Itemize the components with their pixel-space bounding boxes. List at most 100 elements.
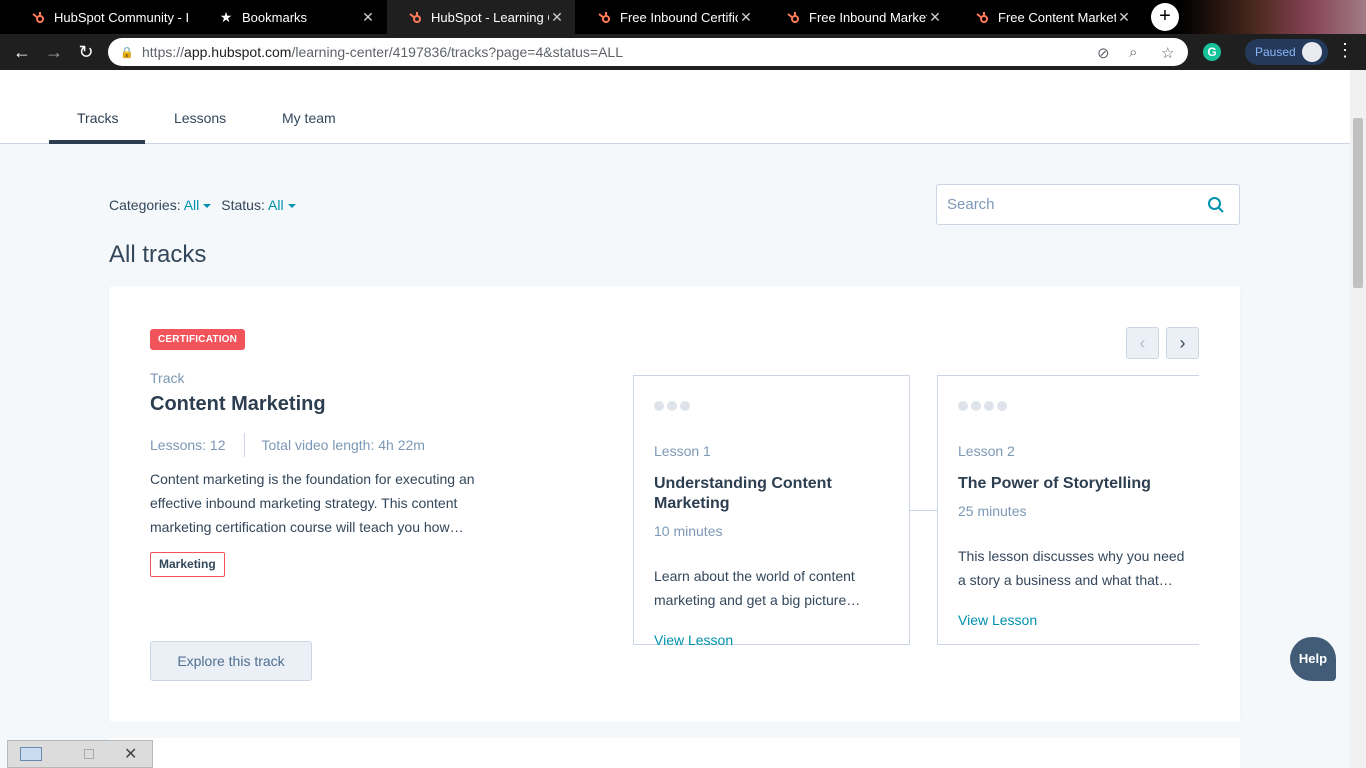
close-icon[interactable]: ✕ (927, 9, 943, 26)
hubspot-icon (30, 9, 46, 25)
browser-tab-inbound-certification[interactable]: Free Inbound Certificati ✕ (576, 0, 764, 34)
categories-filter[interactable]: Categories: All (109, 197, 212, 213)
browser-tab-title: Free Inbound Marketinc (809, 9, 927, 25)
lesson-connector (910, 510, 937, 511)
close-icon[interactable]: ✕ (360, 9, 376, 26)
lesson-title: The Power of Storytelling (958, 475, 1151, 492)
browser-tab-bookmarks[interactable]: ★ Bookmarks ✕ (198, 0, 386, 34)
track-title: Content Marketing (150, 393, 326, 415)
maximize-icon[interactable] (84, 749, 94, 759)
lesson-description: Learn about the world of content marketi… (654, 568, 861, 608)
video-length: Total video length: 4h 22m (261, 437, 425, 453)
search-box (936, 184, 1240, 225)
browser-tab-title: HubSpot Community - I (54, 9, 188, 25)
url-prefix: https:// (142, 44, 185, 60)
browser-tab-title: Free Content Marketing (998, 9, 1116, 25)
view-lesson-link[interactable]: View Lesson (654, 632, 733, 645)
tab-lessons[interactable]: Lessons (174, 110, 226, 126)
hubspot-icon (407, 9, 423, 25)
scrollbar-thumb[interactable] (1353, 118, 1363, 288)
status-label: Status: (221, 197, 265, 213)
page-content: Tracks Lessons My team Categories: All S… (0, 70, 1350, 768)
browser-tab-strip: HubSpot Community - I ★ Bookmarks ✕ HubS… (0, 0, 1366, 34)
chevron-left-icon: ‹ (1139, 333, 1146, 353)
next-track-card (109, 738, 1240, 768)
paused-label: Paused (1255, 45, 1296, 59)
grammarly-extension-icon[interactable]: G (1203, 43, 1221, 61)
lesson-carousel: Lesson 1 Understanding Content Marketing… (633, 375, 1199, 645)
browser-menu-icon[interactable]: ⋮ (1336, 40, 1354, 61)
url-host: app.hubspot.com (184, 44, 292, 60)
close-icon[interactable]: ✕ (738, 9, 754, 26)
remote-desktop-widget: ✕ (7, 740, 153, 768)
track-card: CERTIFICATION Track Content Marketing Le… (109, 286, 1240, 722)
active-tab-indicator (49, 140, 145, 144)
categories-label: Categories: (109, 197, 181, 213)
progress-dots (958, 401, 1007, 411)
browser-tab-hubspot-community[interactable]: HubSpot Community - I (10, 0, 198, 34)
lesson-number: Lesson 1 (654, 443, 711, 459)
reload-icon[interactable]: ↻ (74, 40, 98, 64)
status-value: All (268, 197, 284, 213)
lesson-description: This lesson discusses why you need a sto… (958, 548, 1185, 588)
certification-badge: CERTIFICATION (150, 329, 246, 350)
browser-toolbar: ← → ↻ 🔒 https:// app.hubspot.com /learni… (0, 34, 1366, 70)
page-title: All tracks (109, 241, 207, 268)
star-icon: ★ (219, 8, 233, 25)
filters-row: Categories: All Status: All (109, 197, 296, 213)
chevron-down-icon (287, 204, 296, 209)
categories-value: All (183, 197, 200, 213)
browser-tab-title: Bookmarks (242, 9, 308, 25)
page-scrollbar[interactable] (1350, 70, 1366, 768)
explore-track-button[interactable]: Explore this track (150, 641, 312, 681)
search-icon[interactable] (1207, 196, 1225, 214)
url-path: /learning-center/4197836/tracks?page=4&s… (291, 44, 624, 60)
close-icon[interactable]: ✕ (1116, 9, 1132, 26)
avatar (1301, 42, 1322, 62)
lesson-card: Lesson 1 Understanding Content Marketing… (633, 375, 910, 645)
category-tag: Marketing (150, 552, 225, 577)
browser-tab-title: HubSpot - Learning Cer (431, 9, 549, 25)
address-bar[interactable]: 🔒 https:// app.hubspot.com /learning-cen… (108, 38, 1188, 66)
browser-tab-inbound-marketing[interactable]: Free Inbound Marketinc ✕ (765, 0, 953, 34)
chevron-right-icon: › (1179, 333, 1186, 353)
hubspot-icon (596, 9, 612, 25)
monitor-icon[interactable] (20, 747, 42, 761)
status-filter[interactable]: Status: All (221, 197, 296, 213)
browser-tab-learning-center[interactable]: HubSpot - Learning Cer ✕ (387, 0, 575, 34)
lesson-duration: 10 minutes (654, 523, 723, 539)
hubspot-icon (785, 9, 801, 25)
lesson-number: Lesson 2 (958, 443, 1015, 459)
page-tabs-bar: Tracks Lessons My team (0, 70, 1350, 144)
progress-dots (654, 401, 690, 411)
profile-paused-button[interactable]: Paused (1245, 39, 1328, 65)
new-tab-button[interactable]: + (1151, 3, 1179, 31)
bookmark-star-icon[interactable]: ☆ (1161, 44, 1174, 62)
browser-tab-title: Free Inbound Certificati (620, 9, 738, 25)
view-lesson-link[interactable]: View Lesson (958, 612, 1037, 628)
back-arrow-icon[interactable]: ← (10, 40, 34, 64)
blocked-popup-icon[interactable]: ⊘ (1097, 44, 1110, 62)
track-label: Track (150, 370, 185, 386)
browser-tab-content-marketing[interactable]: Free Content Marketing ✕ (954, 0, 1142, 34)
divider (243, 433, 245, 457)
close-icon[interactable]: ✕ (549, 9, 565, 26)
help-button[interactable]: Help (1290, 637, 1336, 681)
lock-icon: 🔒 (120, 46, 134, 59)
carousel-prev-button[interactable]: ‹ (1126, 327, 1159, 359)
lesson-duration: 25 minutes (958, 503, 1027, 519)
tabstrip-background (1180, 0, 1366, 34)
lesson-title: Understanding Content Marketing (654, 475, 832, 512)
close-icon[interactable]: ✕ (124, 744, 137, 764)
carousel-next-button[interactable]: › (1166, 327, 1199, 359)
lesson-card: Lesson 2 The Power of Storytelling 25 mi… (937, 375, 1199, 645)
tab-tracks[interactable]: Tracks (77, 110, 118, 126)
track-description: Content marketing is the foundation for … (150, 471, 475, 535)
search-input[interactable] (937, 185, 1187, 224)
chevron-down-icon (203, 204, 212, 209)
forward-arrow-icon[interactable]: → (42, 40, 66, 64)
zoom-icon[interactable]: ⌕ (1129, 44, 1137, 61)
hubspot-icon (974, 9, 990, 25)
lessons-count: Lessons: 12 (150, 437, 226, 453)
tab-my-team[interactable]: My team (282, 110, 336, 126)
